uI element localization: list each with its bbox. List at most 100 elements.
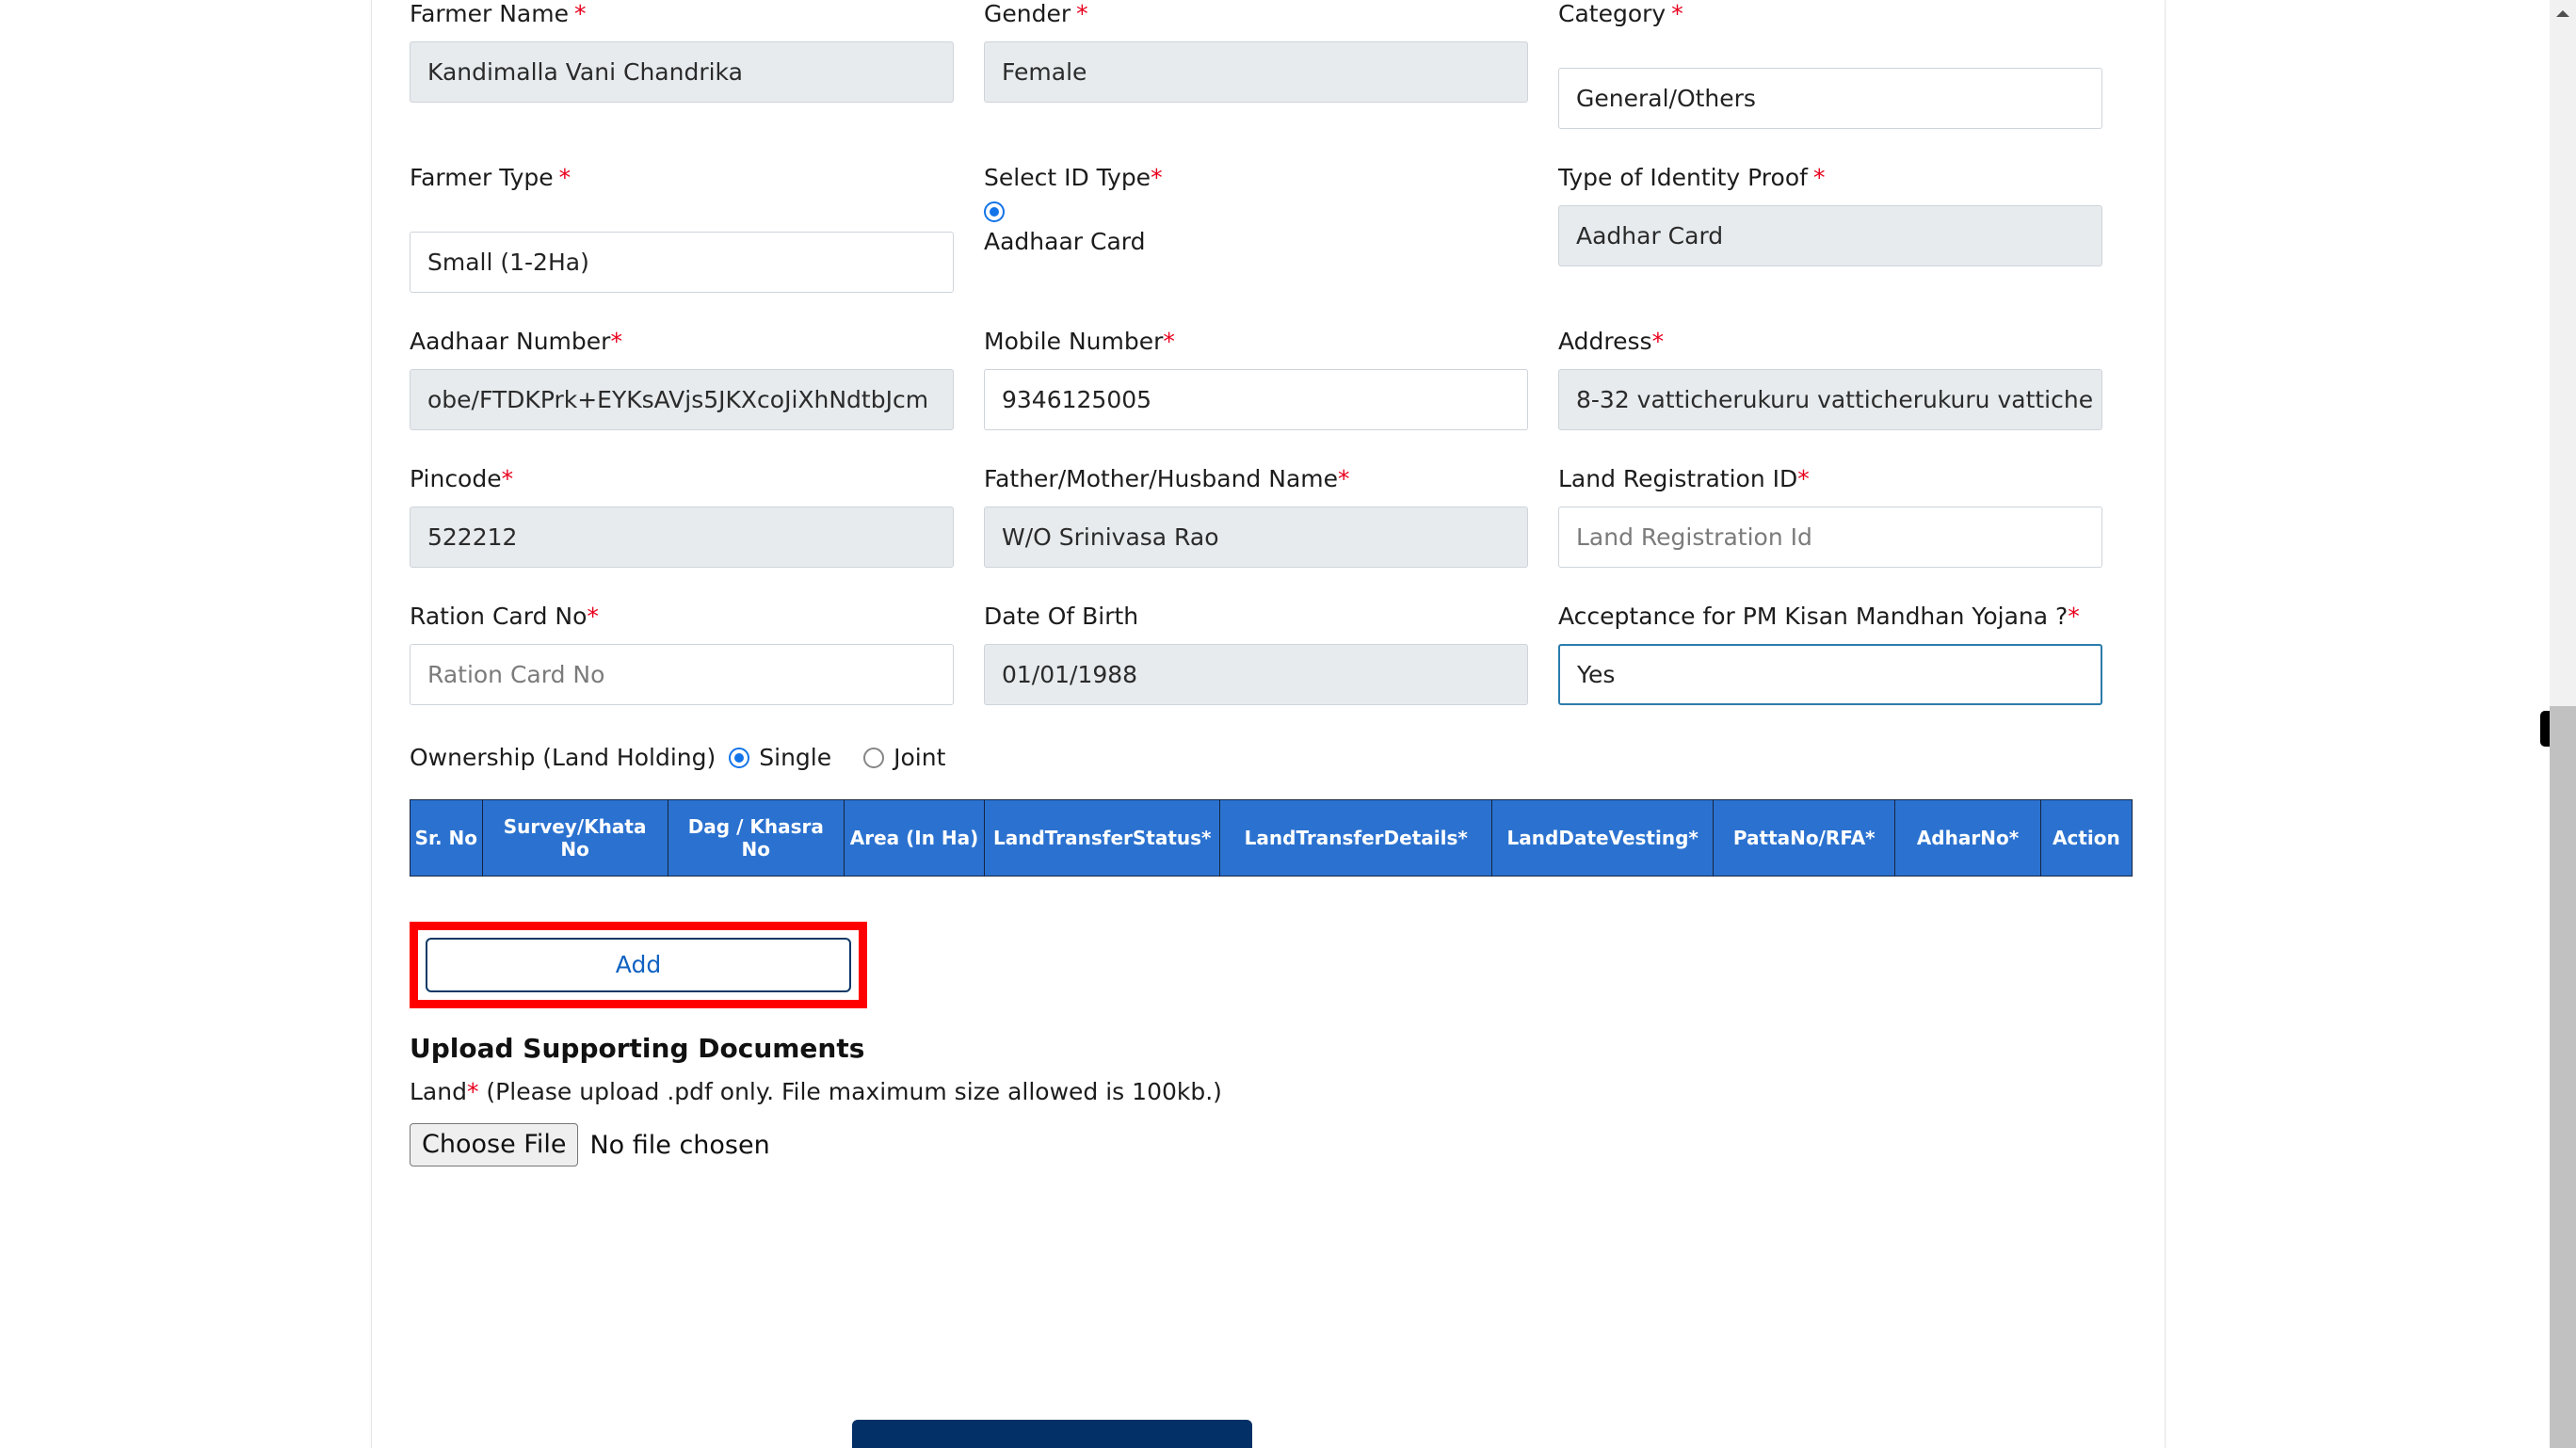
land-table-header-cell: Dag / Khasra No [667, 799, 845, 877]
farmer-type-input[interactable]: Small (1-2Ha) [410, 232, 954, 293]
form-field-address: Address* 8-32 vatticherukuru vatticheruku… [1558, 328, 2133, 430]
form-field-pincode: Pincode* 522212 [410, 465, 984, 568]
land-table-header-row: Sr. No Survey/Khata No Dag / Khasra No Area… [410, 799, 2133, 877]
pm-kisan-mandhan-yojana-label-text: Acceptance for PM Kisan Mandhan Yojana ? [1558, 603, 2069, 630]
form-field-land-registration-id: Land Registration ID* Land Registration I… [1558, 465, 2133, 568]
mobile-number-label-text: Mobile Number [984, 328, 1164, 355]
father-mother-husband-name-input: W/O Srinivasa Rao [984, 507, 1528, 568]
ration-card-no-input[interactable]: Ration Card No [410, 644, 954, 705]
land-table-header-cell: Sr. No [410, 799, 483, 877]
form-field-date-of-birth: Date Of Birth 01/01/1988 [984, 603, 1558, 705]
submit-button[interactable] [852, 1420, 1252, 1448]
pincode-label-text: Pincode [410, 465, 502, 492]
ration-card-no-required-asterisk: * [587, 603, 599, 630]
category-input[interactable]: General/Others [1558, 68, 2102, 129]
ownership-land-holding-group: Ownership (Land Holding) Single Joint [410, 739, 2133, 775]
land-table-header-cell: PattaNo/RFA* [1713, 799, 1896, 877]
mobile-number-required-asterisk: * [1163, 328, 1175, 355]
land-registration-id-required-asterisk: * [1797, 465, 1810, 492]
add-button[interactable]: Add [426, 938, 851, 992]
form-field-farmer-name: Farmer Name * Kandimalla Vani Chandrika [410, 0, 984, 129]
aadhaar-number-required-asterisk: * [610, 328, 622, 355]
father-mother-husband-name-label: Father/Mother/Husband Name* [984, 465, 1516, 493]
pm-kisan-mandhan-yojana-required-asterisk: * [2068, 603, 2080, 630]
select-id-type-required-asterisk: * [1151, 164, 1163, 191]
form-field-category: Category * General/Others [1558, 0, 2133, 129]
add-button-highlight-box: Add [410, 922, 867, 1008]
form-row: Ration Card No* Ration Card No Date Of Bir… [410, 603, 2133, 705]
select-id-type-radio-aadhaar-card[interactable] [984, 201, 1005, 222]
mobile-number-label: Mobile Number* [984, 328, 1516, 356]
page-viewport: Farmer Name * Kandimalla Vani Chandrika Gen… [0, 0, 2576, 1448]
land-holding-table: Sr. No Survey/Khata No Dag / Khasra No Area… [410, 799, 2133, 877]
mobile-number-input[interactable]: 9346125005 [984, 369, 1528, 430]
father-mother-husband-name-label-text: Father/Mother/Husband Name [984, 465, 1339, 492]
ownership-option-joint[interactable]: Joint [863, 743, 946, 772]
ownership-option-label-joint: Joint [894, 744, 946, 772]
address-input: 8-32 vatticherukuru vatticherukuru vatti… [1558, 369, 2102, 430]
vertical-scrollbar-track[interactable] [2550, 0, 2576, 1448]
date-of-birth-label-text: Date Of Birth [984, 603, 1139, 630]
form-field-father-mother-husband-name: Father/Mother/Husband Name* W/O Srinivasa… [984, 465, 1558, 568]
gender-label: Gender * [984, 0, 1516, 28]
land-file-upload-row: Choose File No file chosen [410, 1123, 2133, 1166]
land-table-header-cell: LandDateVesting* [1491, 799, 1715, 877]
gender-label-text: Gender [984, 0, 1071, 27]
land-table-header-cell: LandTransferDetails* [1219, 799, 1493, 877]
type-of-identity-proof-label: Type of Identity Proof * [1558, 164, 2090, 192]
pm-kisan-mandhan-yojana-input[interactable]: Yes [1558, 644, 2102, 705]
pm-kisan-mandhan-yojana-label: Acceptance for PM Kisan Mandhan Yojana ?… [1558, 603, 2090, 631]
address-label-text: Address [1558, 328, 1652, 355]
gender-input: Female [984, 41, 1528, 103]
form-field-mobile-number: Mobile Number* 9346125005 [984, 328, 1558, 430]
choose-file-button[interactable]: Choose File [410, 1123, 579, 1166]
type-of-identity-proof-required-asterisk: * [1812, 164, 1826, 191]
form-row: Farmer Name * Kandimalla Vani Chandrika Gen… [410, 0, 2133, 129]
aadhaar-number-label-text: Aadhaar Number [410, 328, 611, 355]
ownership-radio-joint[interactable] [863, 747, 885, 768]
father-mother-husband-name-required-asterisk: * [1338, 465, 1350, 492]
farmer-type-required-asterisk: * [558, 164, 572, 191]
edge-drag-handle[interactable] [2540, 711, 2550, 747]
ownership-option-single[interactable]: Single [729, 743, 832, 772]
date-of-birth-input: 01/01/1988 [984, 644, 1528, 705]
file-status-text: No file chosen [589, 1130, 770, 1160]
ownership-radio-single[interactable] [729, 747, 750, 768]
pincode-required-asterisk: * [501, 465, 514, 492]
land-upload-required-asterisk: * [466, 1078, 479, 1105]
scroll-up-arrow-icon[interactable] [2550, 0, 2576, 26]
vertical-scrollbar-thumb[interactable] [2550, 706, 2576, 1448]
ration-card-no-label-text: Ration Card No [410, 603, 588, 630]
farmer-type-label: Farmer Type * [410, 164, 942, 192]
form-row: Farmer Type * Small (1-2Ha) Select ID Type*… [410, 164, 2133, 293]
gender-required-asterisk: * [1076, 0, 1088, 27]
farmer-name-label: Farmer Name * [410, 0, 942, 28]
farmer-details-form: Farmer Name * Kandimalla Vani Chandrika Gen… [410, 0, 2133, 1166]
farmer-name-input: Kandimalla Vani Chandrika [410, 41, 954, 103]
ownership-label: Ownership (Land Holding) [410, 743, 716, 771]
page-left-gutter [0, 0, 371, 1448]
farmer-name-label-text: Farmer Name [410, 0, 569, 27]
land-registration-id-label: Land Registration ID* [1558, 465, 2090, 493]
category-required-asterisk: * [1671, 0, 1683, 27]
land-table-header-cell: Survey/Khata No [481, 799, 668, 877]
type-of-identity-proof-label-text: Type of Identity Proof [1558, 164, 1808, 191]
address-required-asterisk: * [1651, 328, 1665, 355]
land-registration-id-input[interactable]: Land Registration Id [1558, 507, 2102, 568]
form-field-ration-card-no: Ration Card No* Ration Card No [410, 603, 984, 705]
farmer-type-label-text: Farmer Type [410, 164, 554, 191]
land-table-header-cell: LandTransferStatus* [984, 799, 1221, 877]
pincode-input: 522212 [410, 507, 954, 568]
land-table-header-cell: AdharNo* [1894, 799, 2041, 877]
category-label-text: Category [1558, 0, 1666, 27]
pincode-label: Pincode* [410, 465, 942, 493]
form-row: Aadhaar Number* obe/FTDKPrk+EYKsAVjs5JKXc… [410, 328, 2133, 430]
form-field-select-id-type: Select ID Type* Aadhaar Card [984, 164, 1558, 293]
address-label: Address* [1558, 328, 2090, 356]
farmer-name-required-asterisk: * [573, 0, 587, 27]
farmer-registration-card: Farmer Name * Kandimalla Vani Chandrika Gen… [371, 0, 2165, 1448]
land-registration-id-label-text: Land Registration ID [1558, 465, 1798, 492]
form-field-pm-kisan-mandhan-yojana: Acceptance for PM Kisan Mandhan Yojana ?… [1558, 603, 2133, 705]
ownership-option-label-single: Single [759, 744, 832, 772]
select-id-type-label: Select ID Type* [984, 164, 1516, 192]
